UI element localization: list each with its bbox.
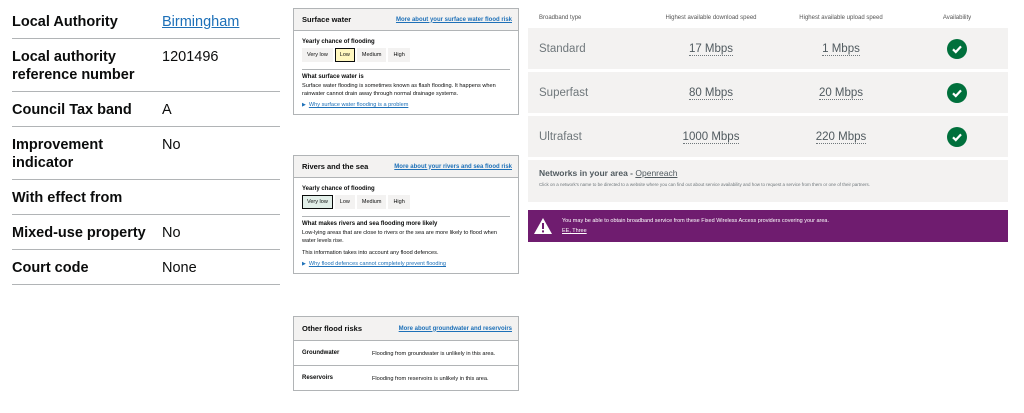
download-speed: 80 Mbps — [688, 86, 734, 100]
local-authority-link[interactable]: Birmingham — [162, 14, 239, 30]
broadband-type: Ultrafast — [539, 130, 582, 143]
section-text: Low-lying areas that are close to rivers… — [302, 230, 497, 244]
broadband-row-ultrafast: Ultrafast 1000 Mbps 220 Mbps — [528, 116, 1008, 160]
council-label: Local Authority — [12, 14, 118, 30]
risk-chip-high: High — [388, 48, 410, 62]
council-value: No — [162, 225, 181, 241]
other-risk-label: Reservoirs — [302, 375, 334, 381]
council-label: Council Tax band — [12, 102, 132, 118]
section-text: Surface water flooding is sometimes know… — [302, 83, 496, 97]
broadband-type: Standard — [539, 42, 586, 55]
triangle-right-icon: ▶ — [302, 102, 306, 108]
broadband-header-row: Broadband type Highest available downloa… — [528, 8, 1008, 28]
section-text: This information takes into account any … — [302, 250, 439, 256]
openreach-link[interactable]: Openreach — [635, 168, 677, 178]
surface-water-details-toggle[interactable]: ▶ Why surface water flooding is a problem — [302, 102, 510, 108]
check-circle-icon — [947, 38, 967, 59]
upload-speed: 220 Mbps — [815, 130, 867, 144]
council-label: Mixed-use property — [12, 225, 146, 241]
check-circle-icon — [947, 126, 967, 147]
council-value: 1201496 — [162, 49, 219, 65]
networks-description: Click on a network's name to be directed… — [539, 182, 871, 187]
section-subtitle: What surface water is — [302, 74, 364, 80]
risk-chip-low-selected: Low — [334, 48, 355, 62]
networks-section: Networks in your area - Openreach Click … — [528, 160, 1008, 202]
upload-speed: 20 Mbps — [818, 86, 864, 100]
other-risk-value: Flooding from reservoirs is unlikely in … — [372, 376, 489, 382]
risk-level-scale: Very low Low Medium High — [302, 48, 510, 62]
council-row-improvement-indicator: Improvement indicator No — [12, 127, 280, 180]
chance-label: Yearly chance of flooding — [302, 186, 375, 192]
council-row-mixed-use: Mixed-use property No — [12, 215, 280, 250]
council-tax-table: Local Authority Birmingham Local authori… — [12, 4, 280, 285]
council-label: With effect from — [12, 190, 123, 206]
other-risk-label: Groundwater — [302, 350, 340, 356]
networks-title: Networks in your area - Openreach — [539, 168, 678, 178]
chance-label: Yearly chance of flooding — [302, 39, 375, 45]
card-header: Rivers and the sea More about your river… — [294, 156, 518, 178]
risk-chip-very-low-selected: Very low — [302, 195, 333, 209]
section-subtitle: What makes rivers and sea flooding more … — [302, 221, 438, 227]
warning-message: You may be able to obtain broadband serv… — [562, 218, 829, 224]
council-row-local-authority: Local Authority Birmingham — [12, 4, 280, 39]
rivers-sea-card: Rivers and the sea More about your river… — [293, 155, 519, 274]
risk-chip-medium: Medium — [356, 48, 387, 62]
council-label: Local authority reference number — [12, 49, 135, 83]
wireless-providers-link[interactable]: EE, Three — [562, 228, 829, 234]
download-speed: 17 Mbps — [688, 42, 734, 56]
card-header: Surface water More about your surface wa… — [294, 9, 518, 31]
header-download-speed: Highest available download speed — [665, 15, 757, 21]
council-row-reference-number: Local authority reference number 1201496 — [12, 39, 280, 92]
triangle-right-icon: ▶ — [302, 261, 306, 267]
council-value — [162, 189, 280, 207]
fixed-wireless-warning: You may be able to obtain broadband serv… — [528, 210, 1008, 242]
rivers-sea-more-link[interactable]: More about your rivers and sea flood ris… — [394, 164, 512, 170]
council-label: Improvement indicator — [12, 137, 104, 171]
council-value: A — [162, 102, 172, 118]
other-risk-value: Flooding from groundwater is unlikely in… — [372, 351, 496, 357]
card-title: Rivers and the sea — [302, 162, 369, 171]
header-availability: Availability — [942, 15, 972, 21]
risk-chip-high: High — [388, 195, 410, 209]
surface-water-card: Surface water More about your surface wa… — [293, 8, 519, 115]
warning-triangle-icon — [532, 215, 554, 237]
broadband-panel: Broadband type Highest available downloa… — [528, 8, 1008, 242]
header-broadband-type: Broadband type — [539, 15, 582, 21]
risk-chip-very-low: Very low — [302, 48, 333, 62]
council-value: None — [162, 260, 197, 276]
broadband-row-standard: Standard 17 Mbps 1 Mbps — [528, 28, 1008, 72]
upload-speed: 1 Mbps — [822, 42, 860, 56]
check-circle-icon — [947, 82, 967, 103]
risk-chip-low: Low — [334, 195, 355, 209]
card-title: Other flood risks — [302, 324, 363, 333]
risk-level-scale: Very low Low Medium High — [302, 195, 510, 209]
council-row-court-code: Court code None — [12, 250, 280, 285]
surface-water-more-link[interactable]: More about your surface water flood risk — [396, 17, 512, 23]
broadband-type: Superfast — [539, 86, 589, 99]
rivers-sea-details-toggle[interactable]: ▶ Why flood defences cannot completely pr… — [302, 261, 510, 267]
other-risk-row-reservoirs: Reservoirs Flooding from reservoirs is u… — [294, 366, 518, 390]
card-header: Other flood risks More about groundwater… — [294, 317, 518, 341]
header-upload-speed: Highest available upload speed — [799, 15, 883, 21]
card-title: Surface water — [302, 15, 352, 24]
council-row-effect-from: With effect from — [12, 180, 280, 215]
risk-chip-medium: Medium — [356, 195, 387, 209]
other-risk-row-groundwater: Groundwater Flooding from groundwater is… — [294, 341, 518, 366]
council-row-tax-band: Council Tax band A — [12, 92, 280, 127]
council-label: Court code — [12, 260, 89, 276]
download-speed: 1000 Mbps — [682, 130, 740, 144]
other-risks-more-link[interactable]: More about groundwater and reservoirs — [399, 326, 512, 332]
broadband-row-superfast: Superfast 80 Mbps 20 Mbps — [528, 72, 1008, 116]
other-flood-risks-card: Other flood risks More about groundwater… — [293, 316, 519, 391]
council-value: No — [162, 137, 181, 153]
